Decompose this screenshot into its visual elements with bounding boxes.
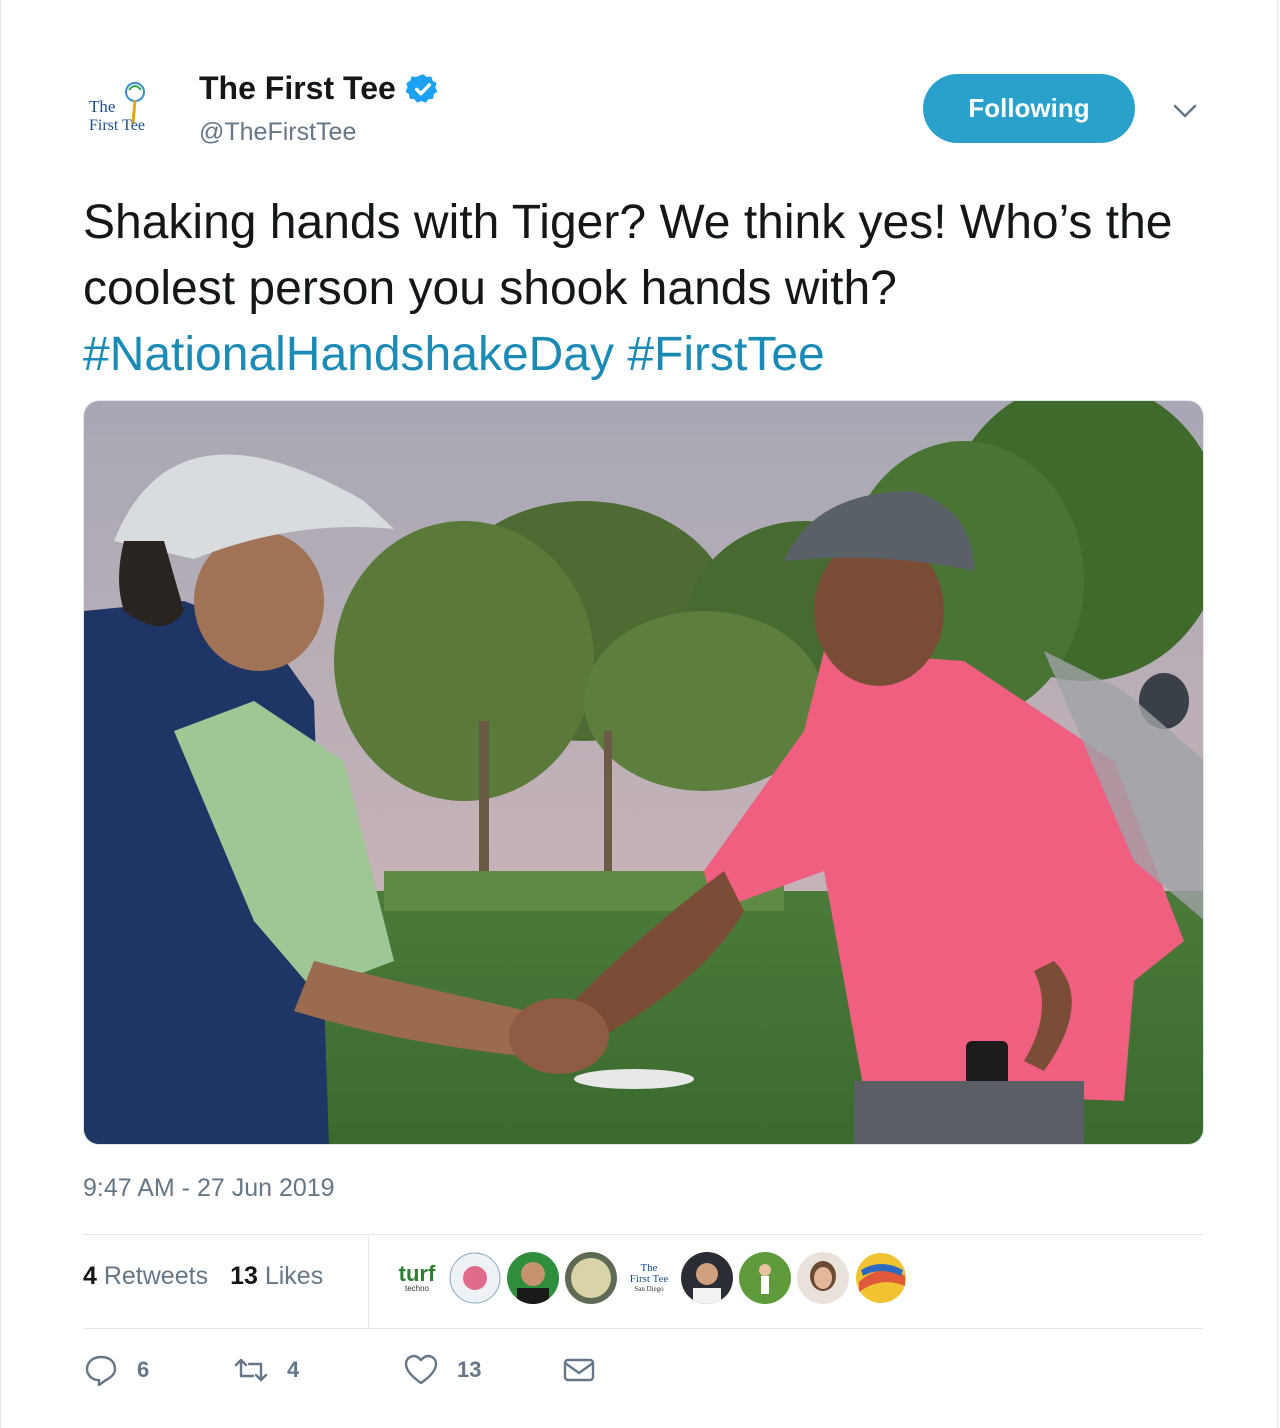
direct-message-action[interactable] <box>561 1352 597 1388</box>
person-avatar-icon <box>681 1252 733 1304</box>
liker-avatar-golf-badge[interactable] <box>449 1252 501 1304</box>
author-name-row[interactable]: The First Tee <box>199 70 440 107</box>
likes-stat[interactable]: 13 Likes <box>230 1262 323 1291</box>
mail-icon <box>563 1358 595 1382</box>
liker-avatar-golfer[interactable] <box>739 1252 791 1304</box>
golf-badge-icon <box>449 1252 501 1304</box>
svg-text:First Tee: First Tee <box>89 117 145 134</box>
divider <box>83 1328 1203 1329</box>
retweet-count: 4 <box>287 1357 300 1382</box>
retweets-stat-count: 4 <box>83 1262 97 1290</box>
hashtag-link-firsttee[interactable]: #FirstTee <box>627 328 824 381</box>
like-count: 13 <box>457 1357 482 1382</box>
reply-count: 6 <box>137 1357 150 1382</box>
hashtag-link-nationalhandshakeday[interactable]: #NationalHandshakeDay <box>83 328 614 381</box>
liker-avatar-person-1[interactable] <box>507 1252 559 1304</box>
handshake-photo-image <box>84 401 1203 1144</box>
retweet-icon <box>234 1358 268 1382</box>
tweet-card: The First Tee The First Tee @TheFirstTee… <box>0 0 1278 1428</box>
turf-logo-subtext: techno <box>404 1284 430 1293</box>
golf-ball-icon <box>565 1252 617 1304</box>
following-button[interactable]: Following <box>923 74 1135 143</box>
heart-icon <box>404 1354 438 1385</box>
liker-avatar-golf-ball[interactable] <box>565 1252 617 1304</box>
firsttee-sd-line2: First Tee <box>629 1273 669 1285</box>
display-name[interactable]: The First Tee <box>199 70 396 107</box>
divider <box>83 1234 1203 1235</box>
person-avatar-icon <box>797 1252 849 1304</box>
retweets-stat-label: Retweets <box>96 1262 209 1290</box>
verified-badge-icon <box>405 73 438 103</box>
tweet-actions: 6 4 13 <box>83 1352 597 1388</box>
liker-avatars: turf techno The First Tee San Diego <box>391 1252 913 1304</box>
chevron-down-icon[interactable] <box>1169 96 1201 126</box>
reply-action[interactable]: 6 <box>83 1352 233 1388</box>
liker-avatar-person-2[interactable] <box>681 1252 733 1304</box>
tweet-text: Shaking hands with Tiger? We think yes! … <box>83 190 1203 388</box>
tweet-body-text: Shaking hands with Tiger? We think yes! … <box>83 196 1173 315</box>
liker-avatar-firsttee-sandiego[interactable]: The First Tee San Diego <box>623 1252 675 1304</box>
engagement-stats: 4 Retweets 13 Likes <box>83 1262 345 1291</box>
svg-text:The: The <box>89 97 115 116</box>
liker-avatar-person-3[interactable] <box>797 1252 849 1304</box>
first-tee-logo-icon: The First Tee <box>89 82 145 134</box>
profile-avatar[interactable]: The First Tee <box>83 78 179 140</box>
tweet-timestamp[interactable]: 9:47 AM - 27 Jun 2019 <box>83 1174 335 1203</box>
retweet-action[interactable]: 4 <box>233 1352 403 1388</box>
likes-stat-label: Likes <box>257 1262 324 1290</box>
like-action[interactable]: 13 <box>403 1352 561 1388</box>
turf-logo-text: turf <box>398 1261 436 1286</box>
stats-separator <box>368 1236 369 1328</box>
colorful-ball-icon <box>856 1253 906 1303</box>
author-handle[interactable]: @TheFirstTee <box>199 118 356 147</box>
retweets-stat[interactable]: 4 Retweets <box>83 1262 208 1291</box>
liker-avatar-turf[interactable]: turf techno <box>391 1252 443 1304</box>
tweet-photo[interactable] <box>83 400 1204 1145</box>
golfer-avatar-icon <box>739 1252 791 1304</box>
person-avatar-icon <box>507 1252 559 1304</box>
reply-icon <box>85 1355 117 1387</box>
likes-stat-count: 13 <box>230 1262 258 1290</box>
liker-avatar-colorful-ball[interactable] <box>855 1252 907 1304</box>
firsttee-sd-line3: San Diego <box>634 1285 664 1293</box>
